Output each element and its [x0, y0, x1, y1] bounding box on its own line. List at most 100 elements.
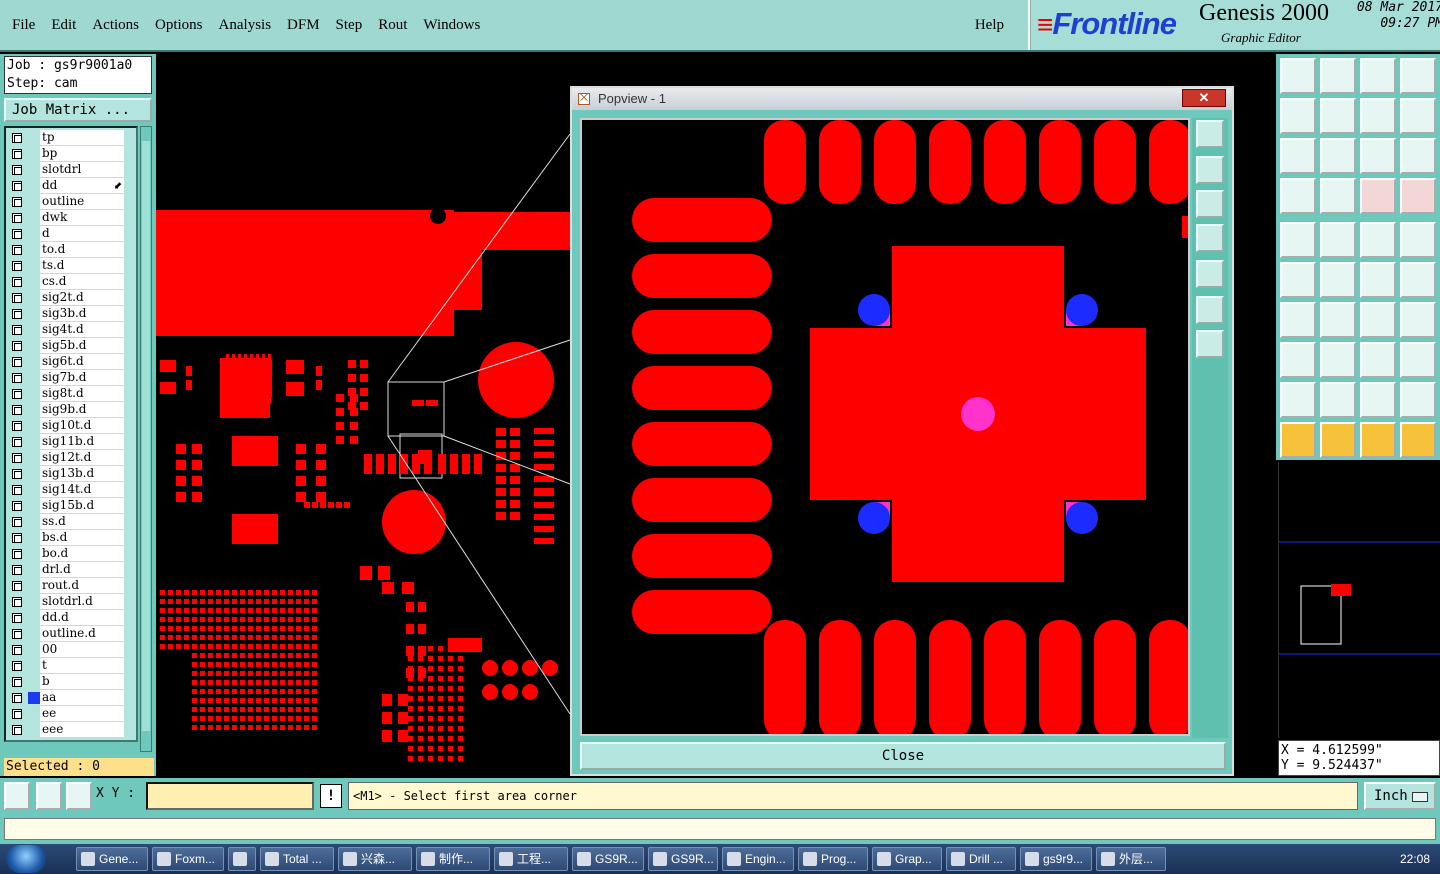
arc-icon[interactable]: [1400, 382, 1436, 418]
layer-checkbox[interactable]: [12, 485, 22, 495]
layer-name[interactable]: eee: [40, 722, 124, 737]
select-icon[interactable]: [1280, 422, 1316, 458]
layer-checkbox[interactable]: [12, 133, 22, 143]
popview-canvas[interactable]: [580, 118, 1190, 736]
layer-row[interactable]: sig9b.d: [6, 402, 126, 418]
layer-checkbox[interactable]: [12, 629, 22, 639]
menu-options[interactable]: Options: [155, 17, 203, 34]
taskbar-item[interactable]: 兴森...: [338, 847, 412, 871]
layer-checkbox[interactable]: [12, 261, 22, 271]
open-icon[interactable]: [1280, 58, 1316, 94]
cross-icon[interactable]: [1320, 262, 1356, 298]
layer-name[interactable]: sig7b.d: [40, 370, 124, 385]
popview-close-button[interactable]: Close: [580, 742, 1226, 770]
layer-name[interactable]: sig14t.d: [40, 482, 124, 497]
layer-name[interactable]: sig5b.d: [40, 338, 124, 353]
unit-select[interactable]: Inch: [1364, 782, 1436, 810]
tri-icon[interactable]: [1280, 382, 1316, 418]
layer-checkbox[interactable]: [12, 693, 22, 703]
layer-name[interactable]: d: [40, 226, 124, 241]
layer-checkbox[interactable]: [12, 517, 22, 527]
layer-checkbox[interactable]: [12, 389, 22, 399]
layer-checkbox[interactable]: [12, 469, 22, 479]
layer-row[interactable]: drl.d: [6, 562, 126, 578]
layer-name[interactable]: 00: [40, 642, 124, 657]
layer-name[interactable]: rout.d: [40, 578, 124, 593]
window-close-button[interactable]: ✕: [1182, 89, 1226, 107]
circle-icon[interactable]: [1400, 222, 1436, 258]
layer-name[interactable]: bo.d: [40, 546, 124, 561]
pv-fit-icon[interactable]: [1196, 120, 1224, 148]
layer-checkbox[interactable]: [12, 309, 22, 319]
area-icon[interactable]: [1360, 382, 1396, 418]
pv-up-icon[interactable]: [1196, 156, 1224, 184]
layer-row[interactable]: sig10t.d: [6, 418, 126, 434]
layer-row[interactable]: bp: [6, 146, 126, 162]
export-icon[interactable]: [1320, 98, 1356, 134]
layer-row[interactable]: sig12t.d: [6, 450, 126, 466]
pv-zoom-out-icon[interactable]: [1196, 330, 1224, 358]
pv-left-icon[interactable]: [1196, 224, 1224, 252]
layer-row[interactable]: slotdrl.d: [6, 594, 126, 610]
mirror-icon[interactable]: [1400, 98, 1436, 134]
menu-file[interactable]: File: [12, 17, 35, 34]
layer-name[interactable]: ts.d: [40, 258, 124, 273]
layer-checkbox[interactable]: [12, 533, 22, 543]
taskbar-item[interactable]: Prog...: [798, 847, 868, 871]
fit-icon[interactable]: [1280, 138, 1316, 174]
layer-checkbox[interactable]: [12, 677, 22, 687]
layer-checkbox[interactable]: [12, 405, 22, 415]
layer-checkbox[interactable]: [12, 213, 22, 223]
layer-row[interactable]: bo.d: [6, 546, 126, 562]
layer-row[interactable]: dd.d: [6, 610, 126, 626]
layer-checkbox[interactable]: [12, 645, 22, 655]
minus-icon[interactable]: [1320, 342, 1356, 378]
layer-checkbox[interactable]: [12, 421, 22, 431]
layer-name[interactable]: sig4t.d: [40, 322, 124, 337]
layer-name[interactable]: ee: [40, 706, 124, 721]
width-icon[interactable]: [1360, 342, 1396, 378]
scale-icon[interactable]: [1360, 138, 1396, 174]
connect-icon[interactable]: [1280, 262, 1316, 298]
layer-name[interactable]: bp: [40, 146, 124, 161]
tool-icon[interactable]: [1280, 178, 1316, 214]
layer-row[interactable]: cs.d: [6, 274, 126, 290]
layer-checkbox[interactable]: [12, 613, 22, 623]
layer-row[interactable]: d: [6, 226, 126, 242]
layer-checkbox[interactable]: [12, 325, 22, 335]
help-icon[interactable]: [1400, 138, 1436, 174]
grid-icon[interactable]: [66, 782, 92, 810]
layer-checkbox[interactable]: [12, 501, 22, 511]
start-button[interactable]: [6, 845, 46, 873]
layer-row[interactable]: sig7b.d: [6, 370, 126, 386]
layer-name[interactable]: sig15b.d: [40, 498, 124, 513]
layer-name[interactable]: to.d: [40, 242, 124, 257]
layer-row[interactable]: bs.d: [6, 530, 126, 546]
warning-button[interactable]: !: [320, 784, 342, 808]
layer-checkbox[interactable]: [12, 661, 22, 671]
group-icon[interactable]: [1400, 342, 1436, 378]
layer-name[interactable]: outline.d: [40, 626, 124, 641]
layer-row[interactable]: sig8t.d: [6, 386, 126, 402]
layer-checkbox[interactable]: [12, 341, 22, 351]
layer-row[interactable]: sig13b.d: [6, 466, 126, 482]
layer-name[interactable]: t: [40, 658, 124, 673]
taskbar-item[interactable]: GS9R...: [648, 847, 718, 871]
square-icon[interactable]: [1280, 222, 1316, 258]
text-icon[interactable]: [1400, 302, 1436, 338]
layer-name[interactable]: slotdrl.d: [40, 594, 124, 609]
arrow-icon[interactable]: [1400, 262, 1436, 298]
layer-row[interactable]: dd ⬋: [6, 178, 126, 194]
layer-name[interactable]: sig3b.d: [40, 306, 124, 321]
layer-checkbox[interactable]: [12, 277, 22, 287]
menu-windows[interactable]: Windows: [423, 17, 480, 34]
layer-row[interactable]: sig11b.d: [6, 434, 126, 450]
layer-checkbox[interactable]: [12, 357, 22, 367]
home-icon[interactable]: [1360, 58, 1396, 94]
angle-icon[interactable]: [1280, 302, 1316, 338]
layer-checkbox[interactable]: [12, 581, 22, 591]
xy-input[interactable]: [146, 782, 314, 810]
pv-zoom-in-icon[interactable]: [1196, 296, 1224, 324]
popview-title[interactable]: Popview - 1: [572, 88, 1232, 110]
taskbar-item[interactable]: gs9r9...: [1020, 847, 1092, 871]
